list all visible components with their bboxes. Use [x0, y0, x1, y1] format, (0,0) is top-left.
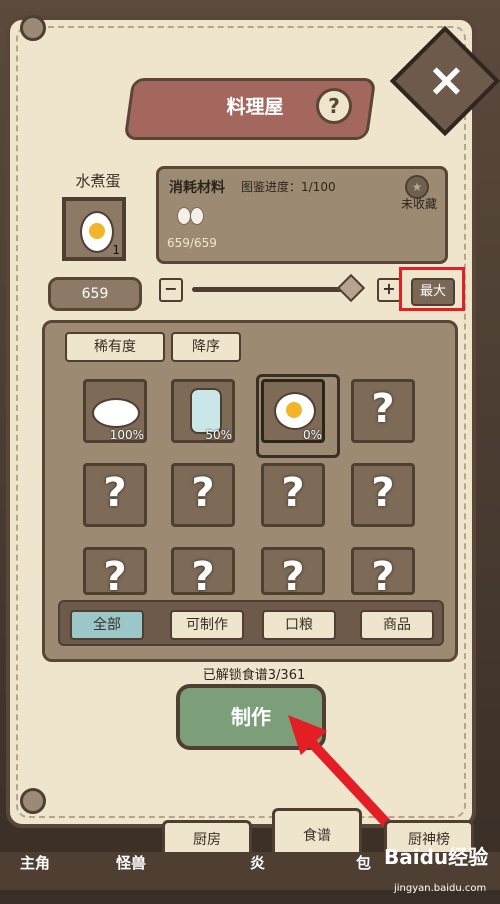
- egg-material-icon: [177, 205, 207, 225]
- page-title: 料理屋: [226, 96, 284, 118]
- recipe-slot-locked[interactable]: ?: [171, 547, 235, 600]
- nav-stove[interactable]: 炎: [250, 852, 265, 873]
- unknown-icon: ?: [281, 470, 305, 516]
- recipe-slot[interactable]: 100%: [83, 379, 147, 443]
- nail-icon: [20, 788, 46, 814]
- nav-monster[interactable]: 怪兽: [116, 852, 146, 873]
- unknown-icon: ?: [191, 470, 215, 516]
- item-slot: 1: [62, 197, 126, 261]
- recipe-slot-locked[interactable]: ?: [83, 547, 147, 600]
- sort-order-button[interactable]: 降序: [171, 332, 241, 362]
- materials-title: 消耗材料: [169, 180, 225, 196]
- watermark-url: jingyan.baidu.com: [394, 883, 487, 894]
- unlocked-count: 已解锁食谱3/361: [202, 668, 306, 683]
- sort-rarity-button[interactable]: 稀有度: [65, 332, 165, 362]
- recipe-slot-locked[interactable]: ?: [261, 463, 325, 527]
- category-tabs: 全部 可制作 口粮 商品: [58, 600, 444, 646]
- nav-bag[interactable]: 包: [356, 852, 371, 873]
- help-icon[interactable]: ?: [316, 88, 352, 124]
- unknown-icon: ?: [371, 554, 395, 600]
- unknown-icon: ?: [103, 470, 127, 516]
- close-icon: ×: [427, 52, 466, 107]
- recipe-slot-locked[interactable]: ?: [351, 463, 415, 527]
- unknown-icon: ?: [103, 554, 127, 600]
- decrease-button[interactable]: −: [159, 278, 183, 302]
- recipe-slot-locked[interactable]: ?: [261, 547, 325, 600]
- recipe-slot-locked[interactable]: ?: [351, 379, 415, 443]
- unknown-icon: ?: [371, 470, 395, 516]
- max-button[interactable]: 最大: [411, 278, 455, 306]
- recipe-slot-locked[interactable]: ?: [351, 547, 415, 600]
- unknown-icon: ?: [371, 386, 395, 432]
- tab-craftable[interactable]: 可制作: [170, 610, 244, 640]
- max-highlight: 最大: [399, 267, 465, 311]
- nail-icon: [20, 15, 46, 41]
- tab-all[interactable]: 全部: [70, 610, 144, 640]
- collection-progress: 图鉴进度：1/100: [241, 180, 336, 194]
- dish-icon: [92, 398, 140, 428]
- watermark-brand: Baidu经验: [384, 845, 489, 869]
- tab-ration[interactable]: 口粮: [262, 610, 336, 640]
- recipe-progress: 0%: [302, 428, 322, 442]
- unknown-icon: ?: [191, 554, 215, 600]
- item-count: 1: [112, 243, 120, 257]
- quantity-display: 659: [48, 277, 142, 311]
- recipe-slot[interactable]: 50%: [171, 379, 235, 443]
- material-count: 659/659: [167, 236, 217, 250]
- recipe-slot-selected[interactable]: 0%: [256, 374, 340, 458]
- item-name: 水煮蛋: [75, 172, 121, 190]
- recipe-progress: 50%: [205, 428, 232, 442]
- uncollected-label: 未收藏: [400, 197, 437, 211]
- quantity-slider[interactable]: [192, 287, 352, 292]
- boiled-egg-icon: [80, 211, 114, 253]
- unknown-icon: ?: [281, 554, 305, 600]
- nav-home[interactable]: 主角: [20, 852, 50, 873]
- tab-goods[interactable]: 商品: [360, 610, 434, 640]
- recipe-slot-locked[interactable]: ?: [83, 463, 147, 527]
- materials-panel: 消耗材料 图鉴进度：1/100 659/659 ★ 未收藏: [156, 166, 448, 264]
- watermark: Baidu经验 jingyan.baidu.com: [384, 842, 494, 894]
- recipe-slot-locked[interactable]: ?: [171, 463, 235, 527]
- boiled-egg-icon: [274, 392, 316, 430]
- recipe-progress: 100%: [109, 428, 144, 442]
- increase-button[interactable]: +: [377, 278, 401, 302]
